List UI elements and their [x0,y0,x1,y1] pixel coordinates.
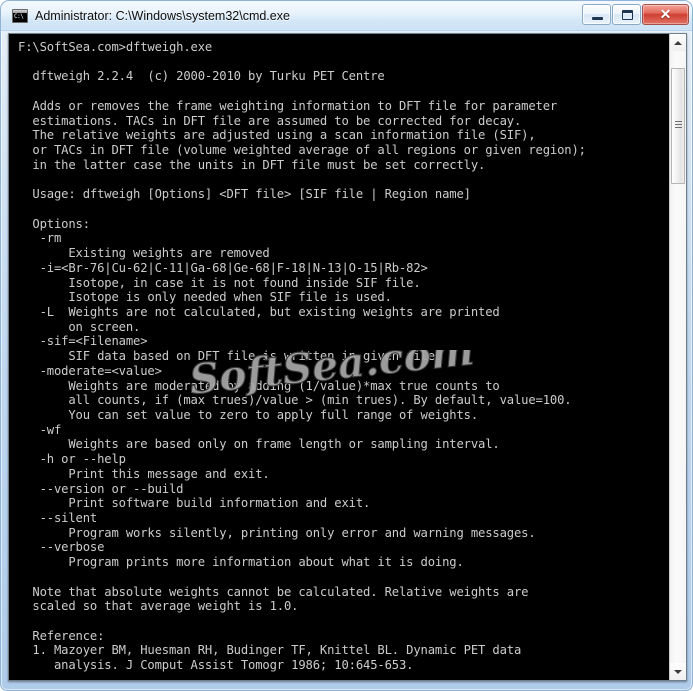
maximize-button[interactable] [612,4,641,25]
title-bar[interactable]: C:\ Administrator: C:\Windows\system32\c… [1,1,692,31]
scroll-up-button[interactable] [670,34,686,51]
vertical-scrollbar[interactable] [669,34,686,680]
console-output-area[interactable]: F:\SoftSea.com>dftweigh.exe dftweigh 2.2… [9,34,669,680]
title-bar-left: C:\ Administrator: C:\Windows\system32\c… [12,7,290,25]
scrollbar-thumb[interactable] [671,68,685,184]
minimize-icon [592,17,603,20]
chevron-down-icon [674,669,682,674]
console-client-area: F:\SoftSea.com>dftweigh.exe dftweigh 2.2… [8,33,687,681]
close-button[interactable]: ✕ [642,4,689,25]
minimize-button[interactable] [582,4,611,25]
cmd-console-icon: C:\ [12,9,28,23]
close-icon: ✕ [659,6,672,22]
scrollbar-grip-icon [675,121,682,128]
window-title: Administrator: C:\Windows\system32\cmd.e… [35,9,290,23]
caption-buttons: ✕ [581,4,689,26]
cmd-window: C:\ Administrator: C:\Windows\system32\c… [0,0,693,691]
cmd-console-icon-label: C:\ [14,13,24,20]
maximize-icon [622,10,633,20]
chevron-up-icon [674,40,682,45]
scroll-down-button[interactable] [670,663,686,680]
console-text: F:\SoftSea.com>dftweigh.exe dftweigh 2.2… [18,40,586,673]
